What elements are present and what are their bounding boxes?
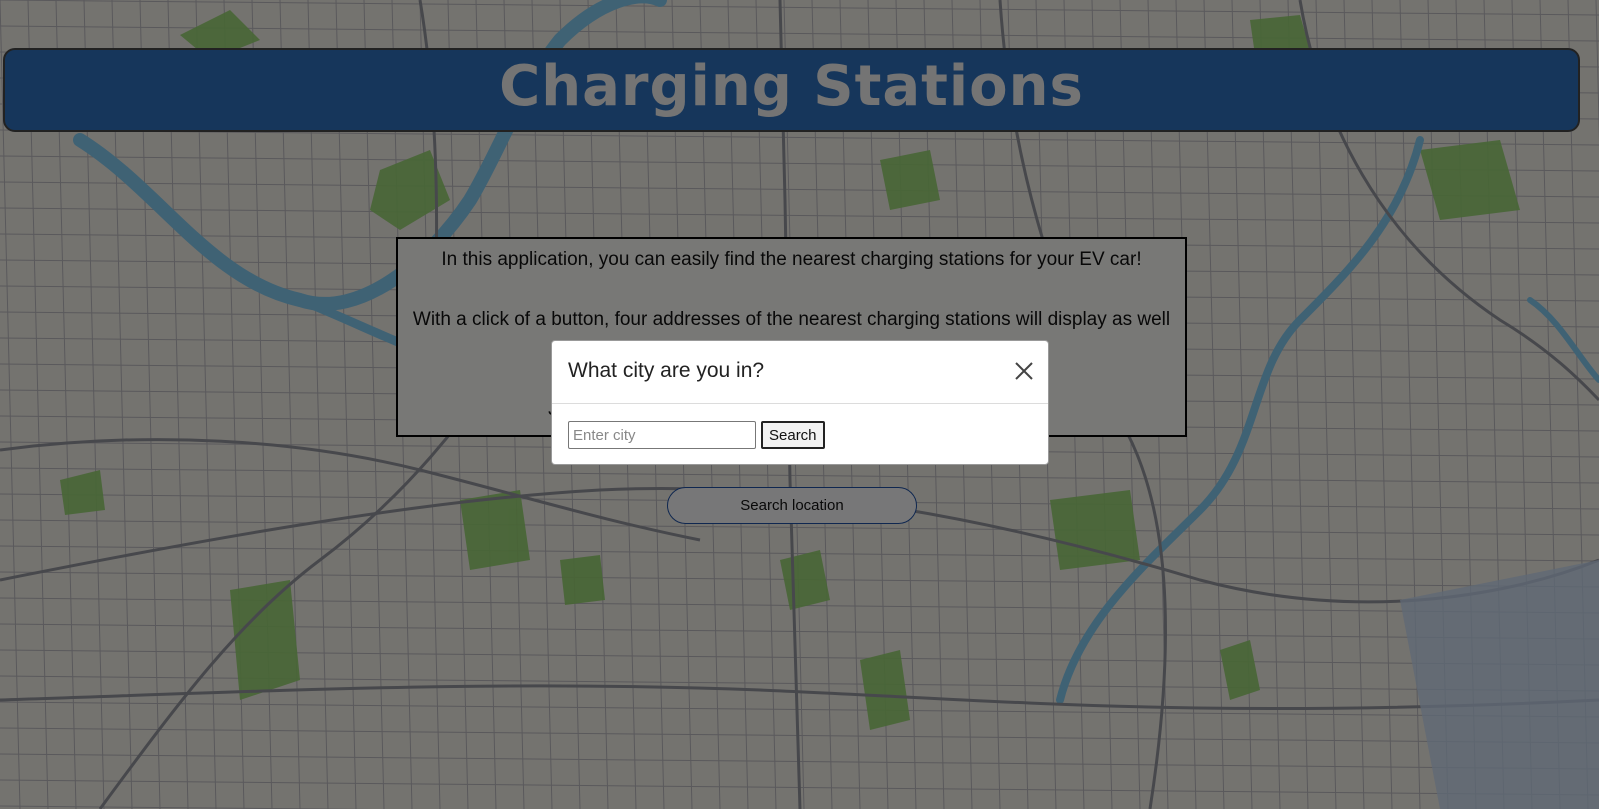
modal-header: What city are you in? [552,341,1048,404]
modal-title: What city are you in? [568,359,765,382]
modal-body: Search [552,404,1048,449]
search-button[interactable]: Search [761,421,825,449]
city-input[interactable] [568,421,756,449]
close-icon[interactable] [1012,359,1036,383]
city-modal: What city are you in? Search [551,340,1049,465]
